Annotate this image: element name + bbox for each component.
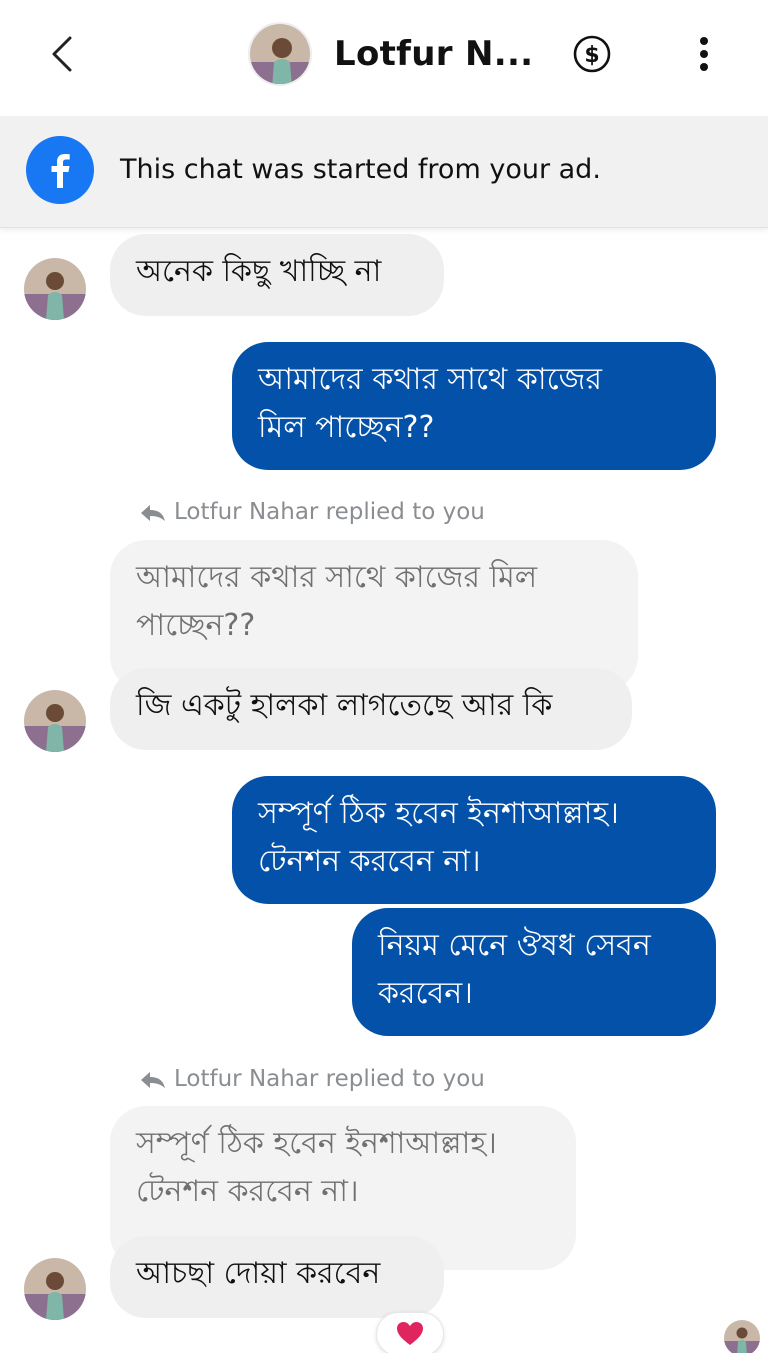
contact-avatar[interactable] (248, 22, 312, 86)
facebook-icon (26, 136, 94, 204)
message-bubble-incoming[interactable]: অনেক কিছু খাচ্ছি না (110, 234, 444, 316)
svg-text:$: $ (584, 43, 599, 68)
payment-button[interactable]: $ (572, 34, 612, 74)
message-bubble-incoming[interactable]: আচছা দোয়া করবেন (110, 1236, 444, 1318)
more-vertical-icon (700, 37, 708, 71)
avatar-photo (24, 690, 86, 752)
ad-banner-text: This chat was started from your ad. (120, 154, 601, 185)
message-bubble-outgoing[interactable]: নিয়ম মেনে ঔষধ সেবন করবেন। (352, 908, 716, 1036)
dollar-circle-icon: $ (573, 35, 611, 73)
heart-icon (397, 1322, 423, 1345)
reply-indicator: Lotfur Nahar replied to you (140, 497, 485, 527)
reply-arrow-icon (141, 504, 165, 521)
avatar-photo (24, 258, 86, 320)
sender-avatar[interactable] (24, 1258, 86, 1320)
sender-avatar[interactable] (24, 690, 86, 752)
sender-avatar[interactable] (24, 258, 86, 320)
reply-label-text: Lotfur Nahar replied to you (174, 1066, 485, 1092)
chat-header: Lotfur N... $ (0, 0, 768, 112)
reply-label-text: Lotfur Nahar replied to you (174, 499, 485, 525)
chevron-left-icon (52, 36, 72, 72)
message-reaction[interactable] (376, 1312, 444, 1353)
contact-name[interactable]: Lotfur N... (334, 30, 533, 78)
avatar-photo (24, 1258, 86, 1320)
ad-origin-banner: This chat was started from your ad. (0, 116, 768, 228)
message-bubble-outgoing[interactable]: আমাদের কথার সাথে কাজের মিল পাচ্ছেন?? (232, 342, 716, 470)
message-bubble-outgoing[interactable]: সম্পূর্ণ ঠিক হবেন ইনশাআল্লাহ। টেনশন করবে… (232, 776, 716, 904)
back-button[interactable] (40, 30, 84, 78)
message-bubble-incoming[interactable]: জি একটু হালকা লাগতেছে আর কি (110, 668, 632, 750)
reply-arrow-icon (141, 1071, 165, 1088)
reply-indicator: Lotfur Nahar replied to you (140, 1064, 485, 1094)
more-options-button[interactable] (690, 32, 718, 76)
seen-indicator-avatar (724, 1320, 760, 1353)
avatar-photo (250, 24, 310, 84)
